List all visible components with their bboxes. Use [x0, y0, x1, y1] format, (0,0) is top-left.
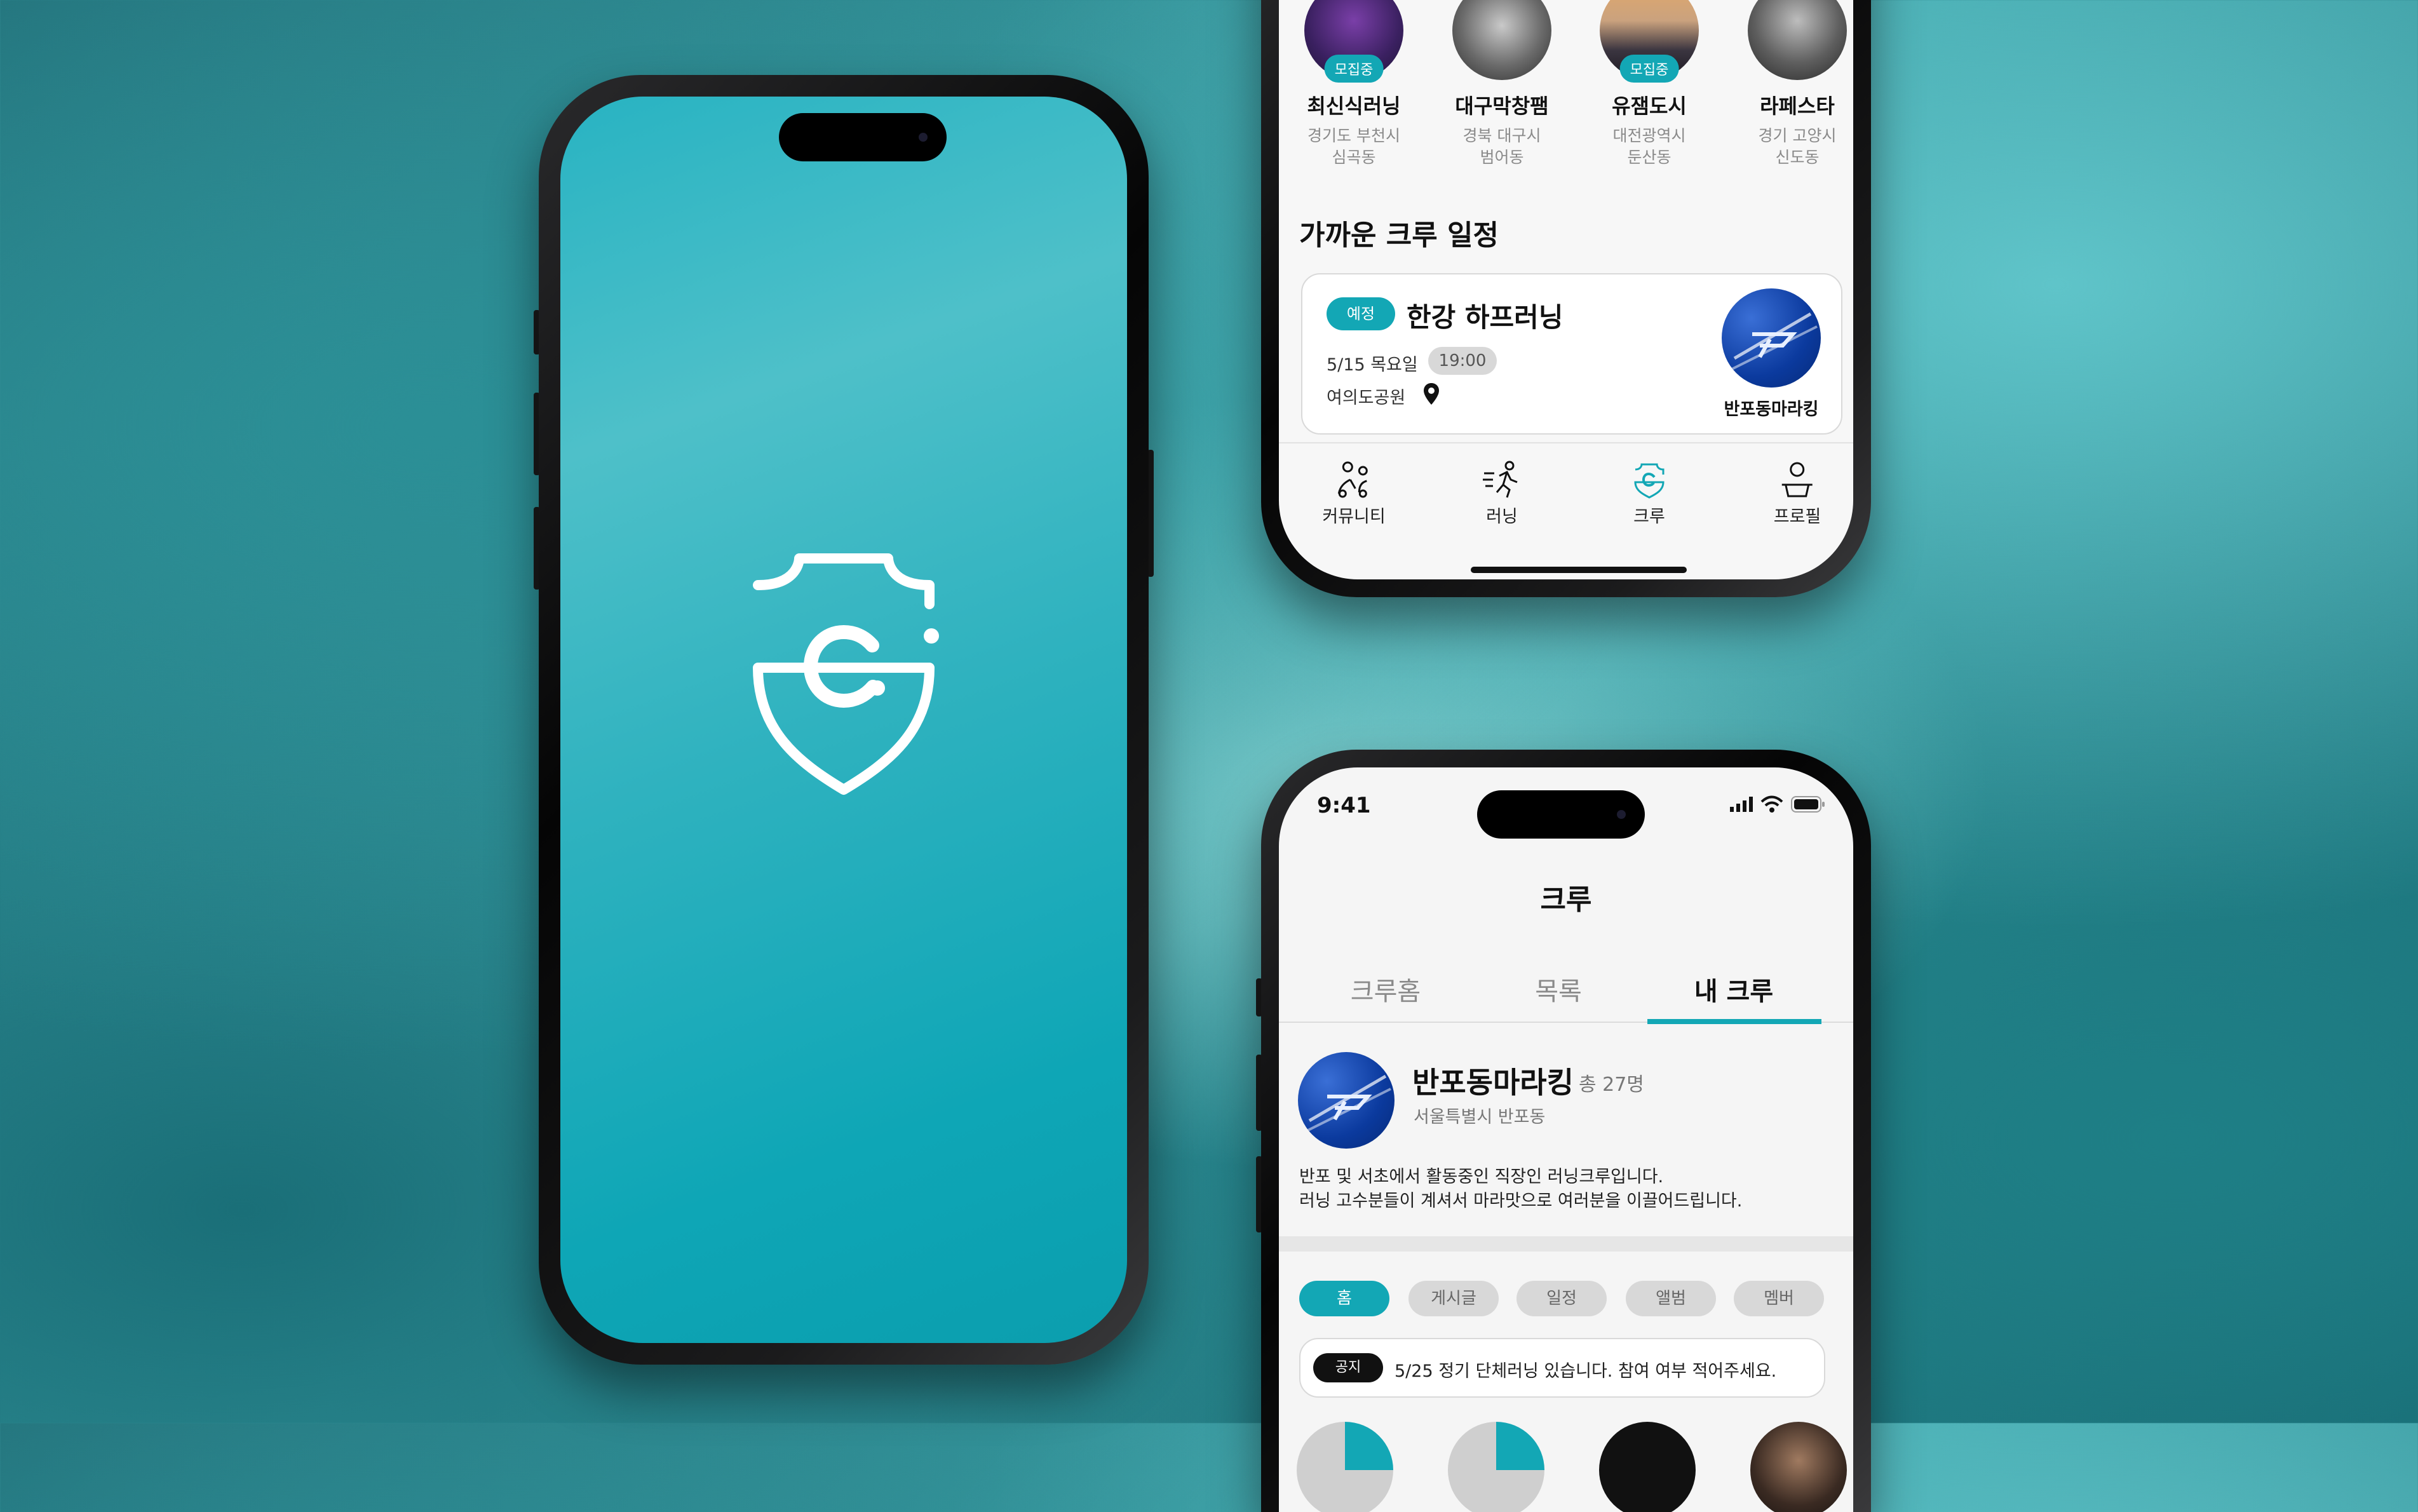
crew-area: 둔산동: [1627, 148, 1672, 166]
notice-text: 5/25 정기 단체러닝 있습니다. 참여 여부 적어주세요.: [1395, 1361, 1777, 1381]
progress-ring: [1448, 1422, 1544, 1512]
battery-icon: [1791, 795, 1825, 816]
crew-logo[interactable]: [1298, 1052, 1395, 1149]
active-tab-indicator: [1647, 1019, 1821, 1024]
crew-region: 경북 대구시: [1462, 126, 1541, 145]
nav-crew[interactable]: 크루: [1630, 461, 1668, 527]
home-indicator: [1471, 567, 1687, 573]
nav-divider: [1279, 442, 1853, 443]
community-icon: [1337, 461, 1368, 498]
tab-crew-home[interactable]: 크루홈: [1351, 971, 1421, 1008]
page-title: 크루: [1540, 884, 1592, 916]
crew-logo: [1722, 288, 1821, 388]
crew-avatar[interactable]: [1748, 0, 1847, 80]
crew-location: 서울특별시 반포동: [1414, 1107, 1546, 1127]
crew-description-line1: 반포 및 서초에서 활동중인 직장인 러닝크루입니다.: [1299, 1167, 1664, 1187]
nav-label: 러닝: [1486, 507, 1518, 527]
member-avatar: [1599, 1422, 1696, 1512]
notice-tag: 공지: [1313, 1353, 1383, 1382]
status-time: 9:41: [1317, 793, 1371, 818]
tab-my-crew[interactable]: 내 크루: [1694, 971, 1773, 1008]
crew-description-line2: 러닝 고수분들이 계셔서 마라맛으로 여러분을 이끌어드립니다.: [1299, 1191, 1743, 1211]
signal-icon: [1730, 797, 1755, 814]
chip-home[interactable]: 홈: [1299, 1281, 1389, 1316]
schedule-place: 여의도공원: [1327, 388, 1406, 408]
splash-phone: [534, 75, 1154, 1365]
crew-name[interactable]: 유잼도시: [1612, 90, 1687, 119]
crew-name[interactable]: 최신식러닝: [1307, 90, 1400, 119]
crew-region: 경기도 부천시: [1307, 126, 1400, 145]
section-separator: [1279, 1236, 1853, 1252]
crew-member-count: 총 27명: [1579, 1074, 1644, 1096]
crew-home-phone: 모집중 최신식러닝 경기도 부천시 심곡동 대구막창팸 경북 대구시 범어동 모…: [1261, 0, 1871, 597]
nav-label: 커뮤니티: [1322, 507, 1386, 527]
chip-members[interactable]: 멤버: [1734, 1281, 1824, 1316]
crew-area: 신도동: [1775, 148, 1820, 166]
schedule-date: 5/15 목요일: [1327, 355, 1418, 375]
crew-region: 대전광역시: [1612, 126, 1686, 145]
recruiting-badge: 모집중: [1619, 55, 1679, 83]
section-title: 가까운 크루 일정: [1299, 219, 1499, 252]
nav-running[interactable]: 러닝: [1482, 461, 1522, 527]
location-pin-icon: [1423, 382, 1440, 408]
dynamic-island: [1477, 790, 1645, 839]
chip-schedule[interactable]: 일정: [1516, 1281, 1607, 1316]
running-icon: [1483, 461, 1518, 498]
tab-list[interactable]: 목록: [1535, 971, 1582, 1008]
crew-home-screen: 모집중 최신식러닝 경기도 부천시 심곡동 대구막창팸 경북 대구시 범어동 모…: [1279, 0, 1853, 579]
crew-name: 반포동마라킹: [1412, 1065, 1574, 1100]
dynamic-island: [779, 113, 947, 161]
member-avatar: [1750, 1422, 1847, 1512]
crew-name[interactable]: 대구막창팸: [1455, 90, 1548, 119]
schedule-card[interactable]: 예정 한강 하프러닝 5/15 목요일 19:00 여의도공원 반포동마라킹: [1301, 273, 1842, 435]
crew-shield-logo-icon: [729, 541, 958, 810]
crew-icon: [1634, 463, 1665, 499]
profile-icon: [1782, 462, 1813, 497]
nav-label: 크루: [1633, 507, 1665, 527]
schedule-title: 한강 하프러닝: [1407, 302, 1564, 333]
nav-label: 프로필: [1773, 507, 1821, 527]
progress-ring: [1297, 1422, 1393, 1512]
nav-profile[interactable]: 프로필: [1774, 461, 1821, 527]
crew-area: 심곡동: [1332, 148, 1376, 166]
schedule-time: 19:00: [1428, 347, 1497, 375]
chip-album[interactable]: 앨범: [1626, 1281, 1716, 1316]
crew-name[interactable]: 라페스타: [1760, 90, 1835, 119]
nav-community[interactable]: 커뮤니티: [1322, 461, 1386, 527]
splash-screen: [560, 97, 1127, 1343]
my-crew-phone: 9:41 크루 크루홈 목록 내 크루 반포동마라킹 총 27명 서울특별시 반…: [1256, 750, 1871, 1512]
crew-avatar[interactable]: [1452, 0, 1551, 80]
crew-area: 범어동: [1480, 148, 1524, 166]
notice-bar[interactable]: 공지 5/25 정기 단체러닝 있습니다. 참여 여부 적어주세요.: [1299, 1338, 1825, 1398]
recruiting-badge: 모집중: [1324, 55, 1384, 83]
chip-posts[interactable]: 게시글: [1408, 1281, 1499, 1316]
schedule-crew-name: 반포동마라킹: [1724, 400, 1819, 419]
crew-region: 경기 고양시: [1758, 126, 1837, 145]
my-crew-screen: 9:41 크루 크루홈 목록 내 크루 반포동마라킹 총 27명 서울특별시 반…: [1279, 767, 1853, 1512]
schedule-status-badge: 예정: [1327, 297, 1395, 330]
wifi-icon: [1760, 795, 1783, 816]
